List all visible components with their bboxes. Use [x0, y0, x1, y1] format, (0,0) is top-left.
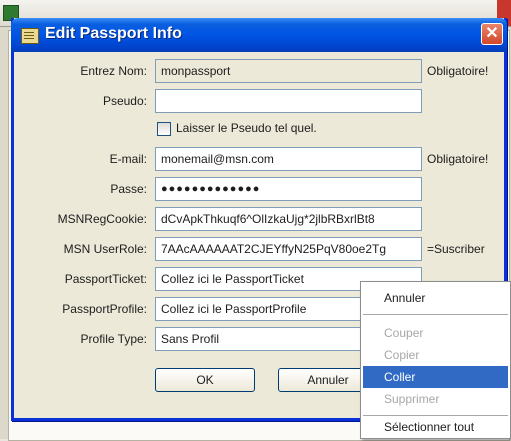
close-icon: ✕	[485, 25, 499, 42]
email-field[interactable]: monemail@msn.com	[155, 147, 422, 171]
menu-item-couper: Couper	[384, 326, 424, 340]
menu-separator	[363, 314, 508, 315]
role-label: MSN UserRole:	[63, 242, 147, 256]
dialog-title: Edit Passport Info	[45, 25, 182, 42]
pseudo-field[interactable]	[155, 89, 422, 113]
ticket-label: PassportTicket:	[64, 272, 147, 286]
password-field[interactable]: ●●●●●●●●●●●●●	[155, 177, 422, 201]
profile-type-label: Profile Type:	[80, 332, 147, 346]
ok-button[interactable]: OK	[155, 368, 255, 392]
menu-item-select-all[interactable]: Sélectionner tout	[363, 416, 508, 438]
email-required-note: Obligatoire!	[427, 152, 489, 166]
nom-field[interactable]: monpassport	[155, 59, 422, 83]
cookie-label: MSNRegCookie:	[57, 212, 147, 226]
menu-item-copier: Copier	[384, 348, 420, 362]
menu-item-annuler[interactable]: Annuler	[363, 287, 508, 309]
cookie-field[interactable]: dCvApkThkuqf6^OlIzkaUjg*2jlbRBxrlBt8	[155, 207, 422, 231]
context-menu: Annuler Couper Copier Coller Supprimer S…	[360, 281, 511, 439]
pseudo-label: Pseudo:	[102, 94, 147, 108]
dialog-titlebar[interactable]: Edit Passport Info ✕	[11, 18, 507, 52]
role-field[interactable]: 7AAcAAAAAAT2CJEYffyN25PqV80oe2Tg	[155, 237, 422, 261]
email-label: E-mail:	[109, 152, 147, 166]
role-note: =Suscriber	[427, 242, 485, 256]
keep-pseudo-label: Laisser le Pseudo tel quel.	[176, 121, 317, 135]
profile-label: PassportProfile:	[62, 302, 147, 316]
passe-label: Passe:	[110, 182, 147, 196]
nom-required-note: Obligatoire!	[427, 64, 489, 78]
passport-card-icon	[21, 28, 39, 44]
keep-pseudo-checkbox[interactable]	[157, 122, 171, 136]
menu-item-supprimer: Supprimer	[384, 392, 440, 406]
menu-item-coller[interactable]: Coller	[363, 366, 508, 388]
nom-label: Entrez Nom:	[80, 64, 147, 78]
close-button[interactable]: ✕	[481, 23, 503, 45]
